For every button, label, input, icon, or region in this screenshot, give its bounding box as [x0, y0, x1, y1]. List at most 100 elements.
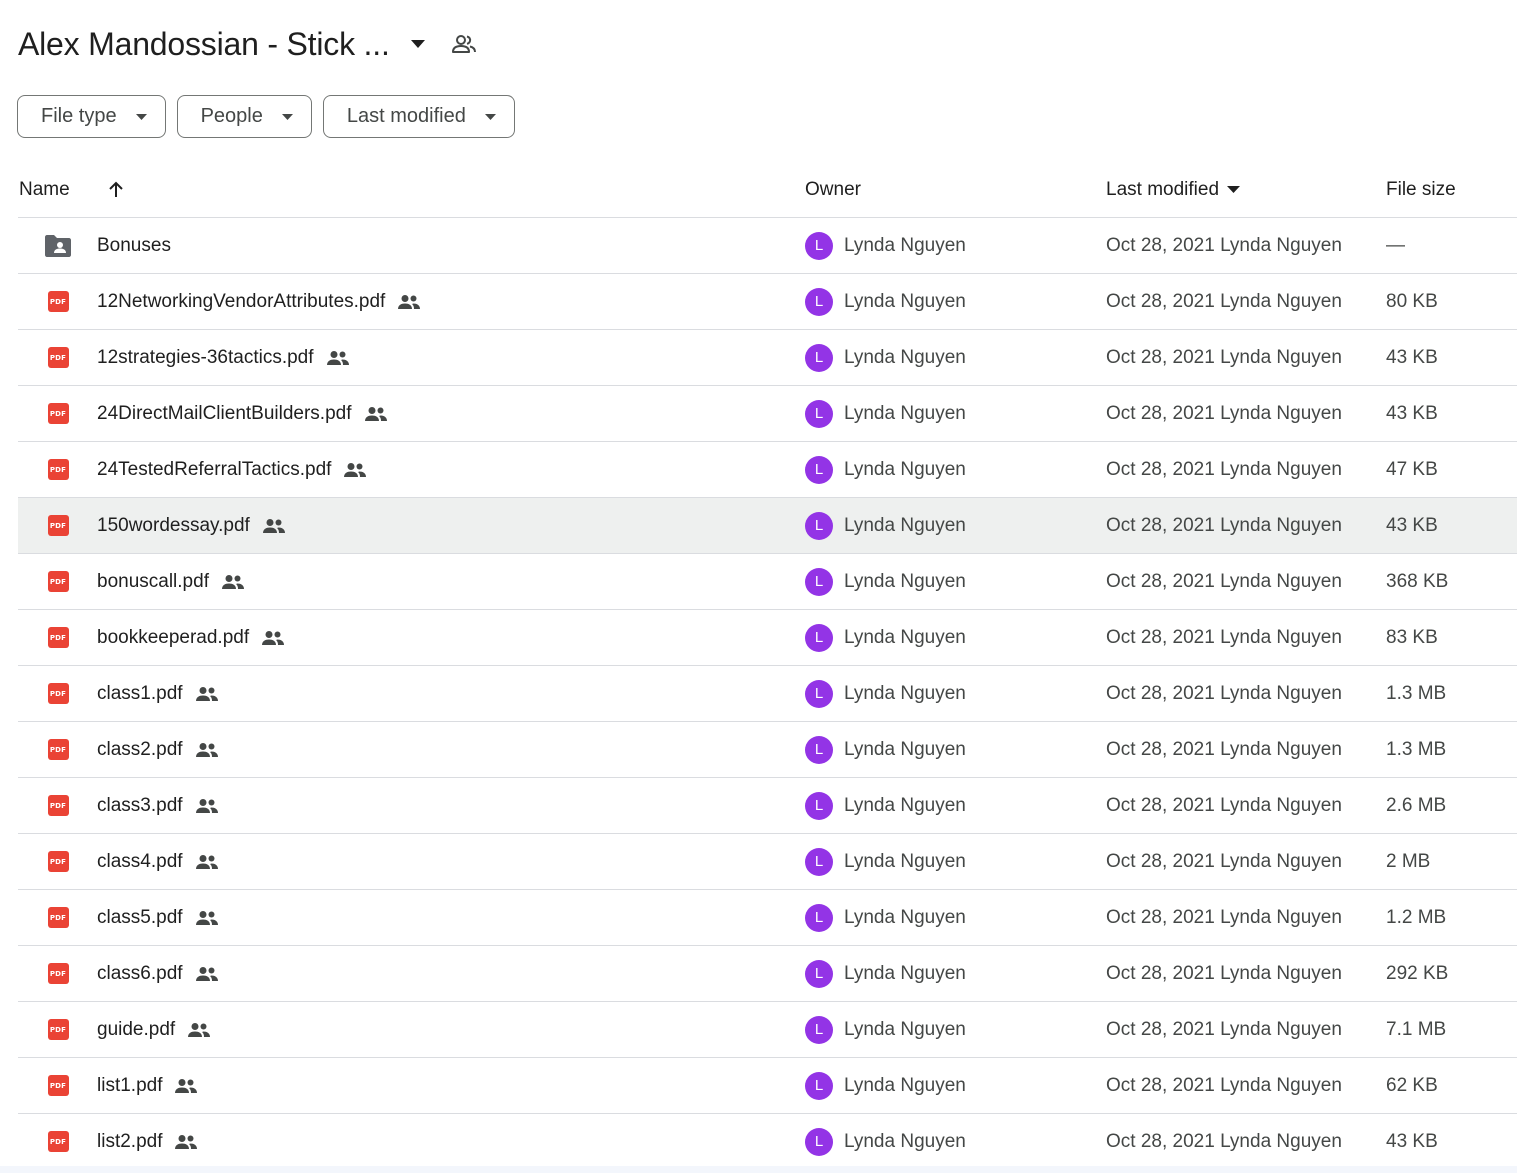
- last-modified-cell: Oct 28, 2021 Lynda Nguyen: [1106, 458, 1342, 480]
- table-row[interactable]: PDF 150wordessay.pdf L Lynda Nguyen Oct 28, …: [18, 498, 1517, 554]
- pdf-file-icon: PDF: [42, 890, 74, 945]
- last-modified-cell: Oct 28, 2021 Lynda Nguyen: [1106, 290, 1342, 312]
- table-row[interactable]: PDF list2.pdf L Lynda Nguyen Oct 28, 2021 Ly…: [18, 1114, 1517, 1170]
- owner-name: Lynda Nguyen: [844, 514, 966, 536]
- owner-name: Lynda Nguyen: [844, 1130, 966, 1152]
- file-name[interactable]: class2.pdf: [97, 739, 183, 761]
- owner-name: Lynda Nguyen: [844, 626, 966, 648]
- avatar: L: [805, 567, 833, 596]
- owner-name: Lynda Nguyen: [844, 346, 966, 368]
- file-size-cell: 368 KB: [1386, 570, 1449, 592]
- file-name[interactable]: 150wordessay.pdf: [97, 515, 250, 537]
- file-name-cell: bonuscall.pdf: [97, 554, 245, 609]
- pdf-file-icon: PDF: [42, 1058, 74, 1113]
- column-header-name[interactable]: Name: [19, 162, 70, 217]
- file-size-cell: 62 KB: [1386, 1074, 1438, 1096]
- owner-name: Lynda Nguyen: [844, 1018, 966, 1040]
- file-name[interactable]: guide.pdf: [97, 1019, 175, 1041]
- table-row[interactable]: PDF bonuscall.pdf L Lynda Nguyen Oct 28, 202…: [18, 554, 1517, 610]
- pdf-file-icon: PDF: [42, 946, 74, 1001]
- file-name[interactable]: Bonuses: [97, 235, 171, 257]
- file-name-cell: list2.pdf: [97, 1114, 198, 1169]
- bottom-strip: [0, 1166, 1517, 1173]
- file-name[interactable]: 24DirectMailClientBuilders.pdf: [97, 403, 352, 425]
- avatar: L: [805, 455, 833, 484]
- last-modified-cell: Oct 28, 2021 Lynda Nguyen: [1106, 626, 1342, 648]
- table-row[interactable]: PDF 12NetworkingVendorAttributes.pdf L Lynd…: [18, 274, 1517, 330]
- pdf-file-icon: PDF: [42, 554, 74, 609]
- pdf-file-icon: PDF: [42, 834, 74, 889]
- shared-people-icon: [326, 350, 350, 366]
- table-row[interactable]: PDF 12strategies-36tactics.pdf L Lynda Nguy…: [18, 330, 1517, 386]
- column-header-last-modified[interactable]: Last modified: [1106, 162, 1241, 217]
- file-size-cell: 47 KB: [1386, 458, 1438, 480]
- file-name[interactable]: 24TestedReferralTactics.pdf: [97, 459, 331, 481]
- file-name[interactable]: 12strategies-36tactics.pdf: [97, 347, 314, 369]
- pdf-file-icon: PDF: [42, 610, 74, 665]
- file-size-cell: —: [1386, 234, 1405, 256]
- file-name-cell: class5.pdf: [97, 890, 219, 945]
- table-row[interactable]: PDF list1.pdf L Lynda Nguyen Oct 28, 2021 Ly…: [18, 1058, 1517, 1114]
- owner-cell: L Lynda Nguyen: [805, 330, 966, 385]
- owner-name: Lynda Nguyen: [844, 962, 966, 984]
- last-modified-cell: Oct 28, 2021 Lynda Nguyen: [1106, 962, 1342, 984]
- table-row[interactable]: PDF 24DirectMailClientBuilders.pdf L Lynda …: [18, 386, 1517, 442]
- file-size-cell: 43 KB: [1386, 514, 1438, 536]
- file-name[interactable]: class3.pdf: [97, 795, 183, 817]
- table-row[interactable]: PDF bookkeeperad.pdf L Lynda Nguyen Oct 28, …: [18, 610, 1517, 666]
- table-row[interactable]: PDF class6.pdf L Lynda Nguyen Oct 28, 2021 L…: [18, 946, 1517, 1002]
- file-type-filter[interactable]: File type: [17, 95, 166, 138]
- table-row[interactable]: Bonuses L Lynda Nguyen Oct 28, 2021 Lynda N…: [18, 218, 1517, 274]
- people-outline-icon[interactable]: [450, 30, 478, 58]
- file-name[interactable]: class5.pdf: [97, 907, 183, 929]
- column-header-owner[interactable]: Owner: [805, 162, 861, 217]
- file-name-cell: 12NetworkingVendorAttributes.pdf: [97, 274, 421, 329]
- table-row[interactable]: PDF 24TestedReferralTactics.pdf L Lynda Ngu…: [18, 442, 1517, 498]
- file-name[interactable]: class4.pdf: [97, 851, 183, 873]
- avatar: L: [805, 903, 833, 932]
- column-header-file-size[interactable]: File size: [1386, 162, 1456, 217]
- file-name-cell: class4.pdf: [97, 834, 219, 889]
- sort-ascending-arrow-icon[interactable]: [104, 162, 128, 217]
- owner-name: Lynda Nguyen: [844, 402, 966, 424]
- table-row[interactable]: PDF class2.pdf L Lynda Nguyen Oct 28, 2021 L…: [18, 722, 1517, 778]
- file-type-filter-label: File type: [41, 105, 117, 127]
- file-name-cell: Bonuses: [97, 218, 171, 273]
- caret-down-icon: [484, 110, 498, 124]
- last-modified-cell: Oct 28, 2021 Lynda Nguyen: [1106, 1018, 1342, 1040]
- last-modified-cell: Oct 28, 2021 Lynda Nguyen: [1106, 850, 1342, 872]
- table-row[interactable]: PDF class5.pdf L Lynda Nguyen Oct 28, 2021 L…: [18, 890, 1517, 946]
- owner-name: Lynda Nguyen: [844, 682, 966, 704]
- last-modified-filter[interactable]: Last modified: [322, 95, 515, 138]
- avatar: L: [805, 735, 833, 764]
- file-name[interactable]: bonuscall.pdf: [97, 571, 209, 593]
- owner-cell: L Lynda Nguyen: [805, 666, 966, 721]
- shared-people-icon: [187, 1022, 211, 1038]
- shared-people-icon: [221, 574, 245, 590]
- avatar: L: [805, 847, 833, 876]
- table-row[interactable]: PDF class1.pdf L Lynda Nguyen Oct 28, 2021 L…: [18, 666, 1517, 722]
- file-size-cell: 43 KB: [1386, 402, 1438, 424]
- people-filter[interactable]: People: [176, 95, 312, 138]
- table-row[interactable]: PDF guide.pdf L Lynda Nguyen Oct 28, 2021 Ly…: [18, 1002, 1517, 1058]
- file-name[interactable]: class1.pdf: [97, 683, 183, 705]
- caret-down-icon[interactable]: [406, 32, 430, 56]
- file-name[interactable]: list2.pdf: [97, 1131, 162, 1153]
- file-size-cell: 1.3 MB: [1386, 738, 1447, 760]
- table-row[interactable]: PDF class3.pdf L Lynda Nguyen Oct 28, 2021 L…: [18, 778, 1517, 834]
- last-modified-cell: Oct 28, 2021 Lynda Nguyen: [1106, 570, 1342, 592]
- owner-name: Lynda Nguyen: [844, 794, 966, 816]
- shared-people-icon: [364, 406, 388, 422]
- file-name[interactable]: 12NetworkingVendorAttributes.pdf: [97, 291, 385, 313]
- folder-title[interactable]: Alex Mandossian - Stick ...: [18, 26, 390, 63]
- avatar: L: [805, 959, 833, 988]
- shared-people-icon: [174, 1134, 198, 1150]
- file-name[interactable]: class6.pdf: [97, 963, 183, 985]
- shared-people-icon: [195, 854, 219, 870]
- file-name[interactable]: list1.pdf: [97, 1075, 162, 1097]
- file-name-cell: class6.pdf: [97, 946, 219, 1001]
- table-row[interactable]: PDF class4.pdf L Lynda Nguyen Oct 28, 2021 L…: [18, 834, 1517, 890]
- file-size-cell: 83 KB: [1386, 626, 1438, 648]
- shared-people-icon: [195, 798, 219, 814]
- file-name[interactable]: bookkeeperad.pdf: [97, 627, 249, 649]
